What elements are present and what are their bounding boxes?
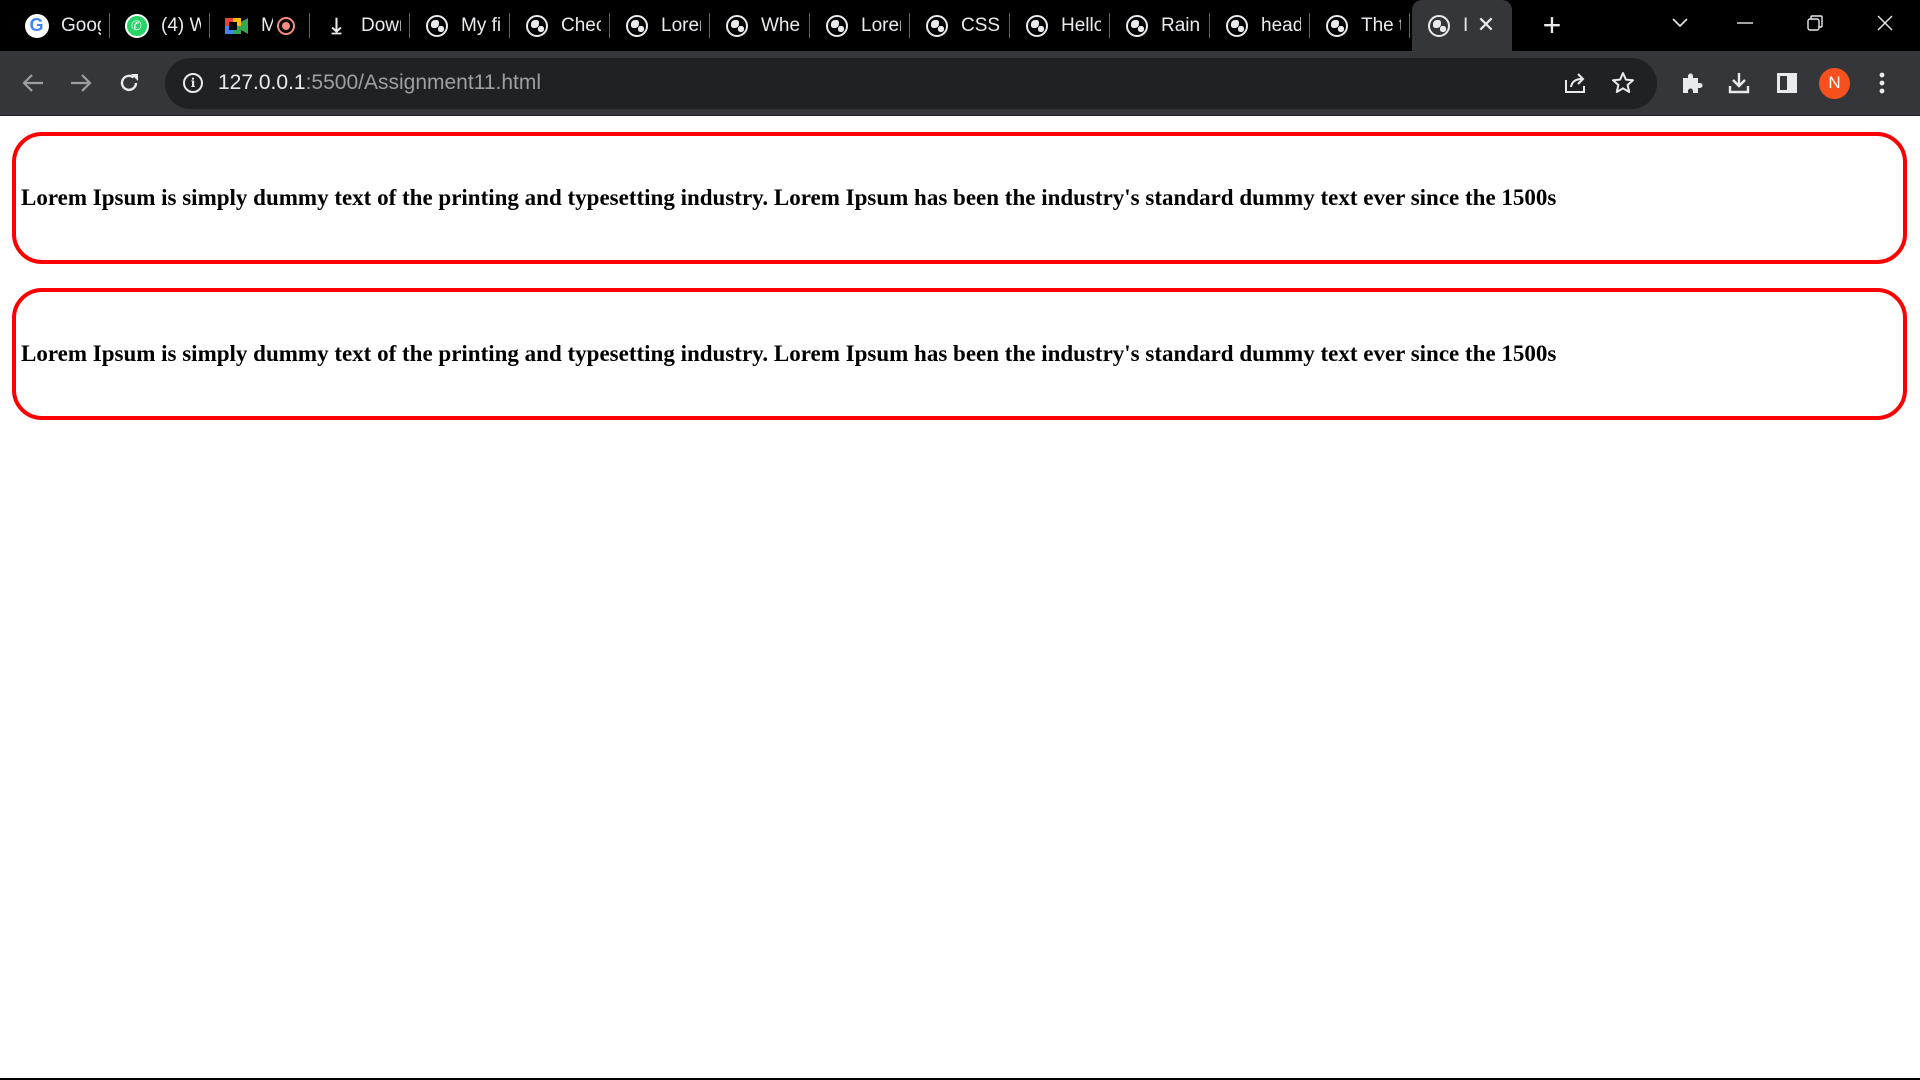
tab-title: I bbox=[1463, 14, 1469, 36]
content-box: Lorem Ipsum is simply dummy text of the … bbox=[12, 132, 1907, 264]
menu-button[interactable] bbox=[1858, 59, 1906, 107]
address-bar[interactable]: i 127.0.0.1:5500/Assignment11.html bbox=[165, 57, 1657, 109]
download-icon bbox=[1728, 73, 1750, 94]
side-panel-icon bbox=[1777, 73, 1797, 93]
tab-title: Chec bbox=[561, 14, 601, 36]
globe-icon bbox=[1225, 14, 1248, 37]
tab-title: My fi bbox=[461, 14, 501, 36]
download-icon: ⤓ bbox=[331, 12, 342, 38]
globe-icon bbox=[1325, 14, 1348, 37]
downloads-button[interactable] bbox=[1715, 59, 1763, 107]
share-button[interactable] bbox=[1551, 59, 1599, 107]
page-content: Lorem Ipsum is simply dummy text of the … bbox=[0, 117, 1920, 1078]
close-tab-icon[interactable]: ✕ bbox=[1474, 13, 1498, 37]
globe-icon bbox=[1025, 14, 1048, 37]
toolbar-right: N bbox=[1667, 59, 1906, 107]
tab-meet[interactable]: M bbox=[210, 0, 310, 51]
globe-icon bbox=[425, 14, 448, 37]
meet-icon bbox=[224, 17, 248, 34]
tab-title: CSS e bbox=[961, 14, 1001, 36]
globe-icon bbox=[1125, 14, 1148, 37]
tab-title: M bbox=[261, 14, 273, 36]
browser-toolbar: i 127.0.0.1:5500/Assignment11.html N bbox=[0, 51, 1920, 116]
tab-page[interactable]: Hello bbox=[1010, 0, 1110, 51]
box-text: Lorem Ipsum is simply dummy text of the … bbox=[21, 185, 1557, 210]
globe-icon bbox=[925, 14, 948, 37]
puzzle-icon bbox=[1683, 73, 1703, 93]
tab-downloads[interactable]: ⤓ Down bbox=[310, 0, 410, 51]
tab-strip: G Goog ✆ (4) W M ⤓ Down bbox=[0, 0, 1920, 51]
kebab-menu-icon bbox=[1879, 72, 1885, 94]
tab-page[interactable]: Lorer bbox=[610, 0, 710, 51]
globe-icon bbox=[725, 14, 748, 37]
tab-title: Hello bbox=[1061, 14, 1101, 36]
back-button[interactable] bbox=[9, 59, 57, 107]
tab-title: Down bbox=[361, 14, 401, 36]
share-icon bbox=[1565, 73, 1585, 93]
tab-page[interactable]: head bbox=[1210, 0, 1310, 51]
site-info-icon[interactable]: i bbox=[183, 73, 203, 93]
box-text: Lorem Ipsum is simply dummy text of the … bbox=[21, 341, 1557, 366]
tab-page[interactable]: Rainb bbox=[1110, 0, 1210, 51]
globe-icon bbox=[825, 14, 848, 37]
tab-list: G Goog ✆ (4) W M ⤓ Down bbox=[0, 0, 1512, 51]
tab-page[interactable]: Chec bbox=[510, 0, 610, 51]
tab-active[interactable]: I ✕ bbox=[1412, 0, 1512, 51]
tab-title: Wher bbox=[761, 14, 801, 36]
extensions-button[interactable] bbox=[1667, 59, 1715, 107]
tab-page[interactable]: Lorer bbox=[810, 0, 910, 51]
tab-title: Goog bbox=[61, 14, 101, 36]
address-url[interactable]: 127.0.0.1:5500/Assignment11.html bbox=[218, 71, 541, 95]
recording-indicator-icon bbox=[277, 16, 295, 35]
tab-title: Rainb bbox=[1161, 14, 1201, 36]
tab-page[interactable]: Wher bbox=[710, 0, 810, 51]
new-tab-button[interactable]: + bbox=[1530, 4, 1574, 48]
globe-icon bbox=[1427, 14, 1450, 37]
google-icon: G bbox=[24, 13, 49, 38]
profile-avatar[interactable]: N bbox=[1819, 67, 1850, 99]
close-window-button[interactable] bbox=[1850, 0, 1920, 45]
tab-search-chevron-icon[interactable] bbox=[1650, 0, 1710, 45]
tab-title: The t bbox=[1361, 14, 1401, 36]
whatsapp-icon: ✆ bbox=[124, 13, 149, 38]
star-icon bbox=[1612, 72, 1634, 93]
tab-title: (4) W bbox=[161, 14, 201, 36]
window-controls bbox=[1650, 0, 1920, 45]
address-bar-actions bbox=[1551, 58, 1647, 109]
url-path: :5500/Assignment11.html bbox=[305, 71, 542, 94]
tab-title: Lorer bbox=[861, 14, 901, 36]
reload-button[interactable] bbox=[105, 59, 153, 107]
tab-whatsapp[interactable]: ✆ (4) W bbox=[110, 0, 210, 51]
tab-title: head bbox=[1261, 14, 1301, 36]
forward-button[interactable] bbox=[57, 59, 105, 107]
content-box: Lorem Ipsum is simply dummy text of the … bbox=[12, 288, 1907, 420]
tab-google[interactable]: G Goog bbox=[10, 0, 110, 51]
side-panel-button[interactable] bbox=[1763, 59, 1811, 107]
tab-page[interactable]: CSS e bbox=[910, 0, 1010, 51]
arrow-left-icon bbox=[22, 74, 43, 92]
minimize-button[interactable] bbox=[1710, 0, 1780, 45]
tab-page[interactable]: My fi bbox=[410, 0, 510, 51]
globe-icon bbox=[625, 14, 648, 37]
url-host: 127.0.0.1 bbox=[218, 71, 306, 94]
tab-title: Lorer bbox=[661, 14, 701, 36]
arrow-right-icon bbox=[71, 74, 92, 92]
bookmark-button[interactable] bbox=[1599, 59, 1647, 107]
restore-button[interactable] bbox=[1780, 0, 1850, 45]
globe-icon bbox=[525, 14, 548, 37]
tab-page[interactable]: The t bbox=[1310, 0, 1410, 51]
reload-icon bbox=[120, 74, 138, 92]
